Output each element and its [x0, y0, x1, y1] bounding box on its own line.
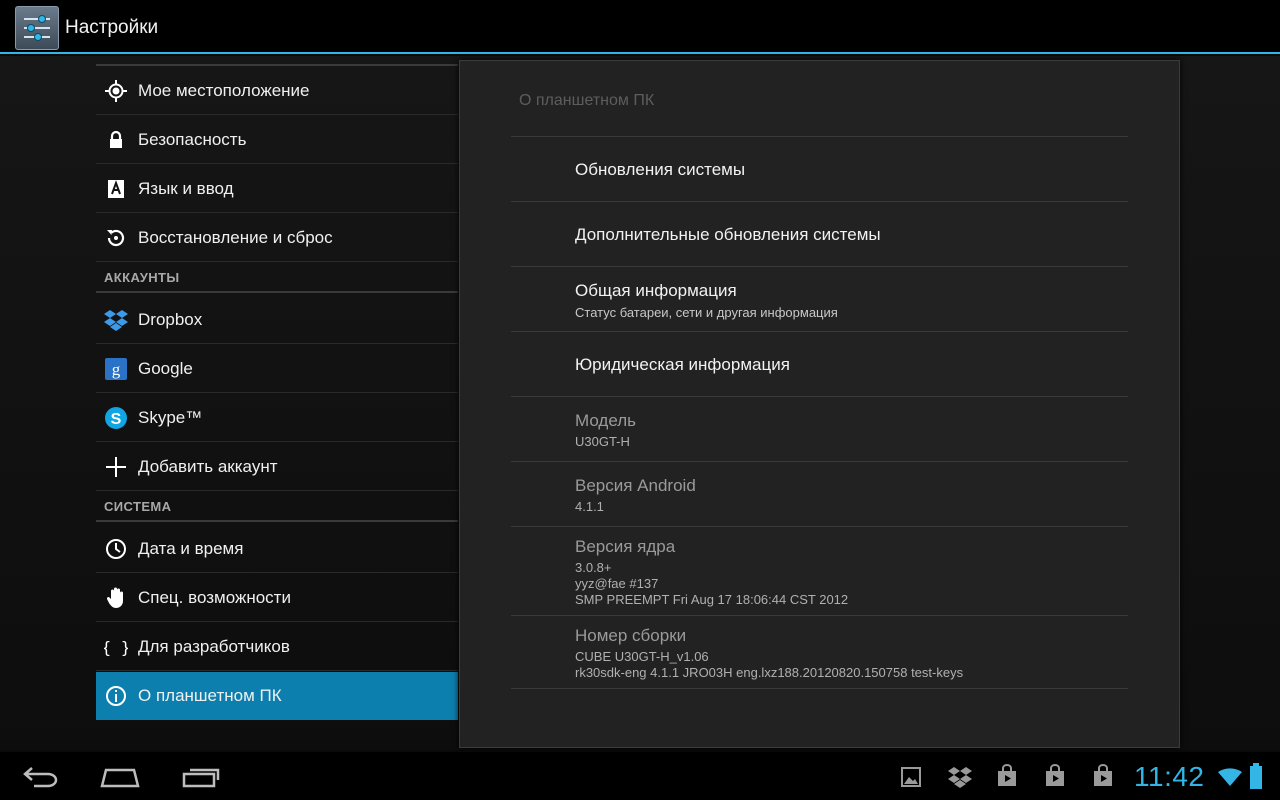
item-summary: Статус батареи, сети и другая информация — [575, 305, 838, 320]
item-value-line: SMP PREEMPT Fri Aug 17 18:06:44 CST 2012 — [575, 592, 849, 607]
additional-updates-item[interactable]: Дополнительные обновления системы — [575, 225, 881, 245]
item-title: Модель — [575, 411, 637, 430]
model-item: Модель U30GT-H — [575, 411, 636, 450]
sidebar-item-label: Язык и ввод — [138, 179, 234, 198]
item-title: Версия ядра — [575, 537, 676, 556]
section-header-system: СИСТЕМА — [96, 492, 458, 522]
sidebar-item-google[interactable]: g Google — [96, 345, 458, 393]
home-icon[interactable] — [100, 766, 140, 788]
sidebar-item-label: Dropbox — [138, 310, 203, 329]
recent-apps-icon[interactable] — [182, 766, 220, 788]
sidebar-item-security[interactable]: Безопасность — [96, 116, 458, 164]
sidebar-item-language-input[interactable]: Язык и ввод — [96, 165, 458, 213]
app-title: Настройки — [65, 17, 159, 38]
play-store-notification-icon[interactable] — [996, 764, 1018, 788]
settings-app-icon[interactable] — [15, 6, 59, 50]
sidebar-item-accessibility[interactable]: Спец. возможности — [96, 574, 458, 622]
sliders-icon — [24, 15, 50, 41]
sidebar-item-label: Безопасность — [138, 130, 247, 149]
system-bar: 11:42 — [0, 752, 1280, 800]
play-store-notification-icon[interactable] — [1092, 764, 1114, 788]
info-icon — [106, 686, 126, 706]
sidebar-item-label: Восстановление и сброс — [138, 228, 333, 247]
sidebar-item-date-time[interactable]: Дата и время — [96, 525, 458, 573]
divider — [511, 396, 1128, 397]
sidebar-item-label: Дата и время — [138, 539, 244, 558]
braces-icon: { } — [104, 638, 128, 657]
item-value-line: rk30sdk-eng 4.1.1 JRO03H eng.lxz188.2012… — [575, 665, 964, 680]
divider — [511, 136, 1128, 137]
back-icon[interactable] — [22, 764, 60, 790]
kernel-version-item: Версия ядра 3.0.8+ yyz@fae #137 SMP PREE… — [575, 537, 848, 608]
sidebar-item-label: Skype™ — [138, 408, 203, 427]
sidebar-item-dropbox[interactable]: Dropbox — [96, 296, 458, 344]
svg-text:S: S — [111, 411, 122, 428]
sidebar-item-label: Для разработчиков — [138, 637, 290, 656]
item-title: Обновления системы — [575, 160, 746, 179]
gallery-notification-icon[interactable] — [900, 766, 922, 788]
item-title: Версия Android — [575, 476, 696, 495]
section-header-label: СИСТЕМА — [104, 499, 172, 514]
lock-icon — [110, 130, 122, 148]
sidebar-item-label: Google — [138, 359, 193, 378]
divider — [511, 461, 1128, 462]
svg-text:g: g — [112, 360, 121, 379]
divider — [96, 64, 458, 66]
skype-icon: S — [105, 407, 127, 429]
play-store-notification-icon[interactable] — [1044, 764, 1066, 788]
plus-icon — [106, 457, 126, 477]
keyboard-language-icon — [108, 180, 124, 198]
build-number-item[interactable]: Номер сборки CUBE U30GT-H_v1.06 rk30sdk-… — [575, 626, 963, 681]
google-icon: g — [105, 358, 127, 380]
divider — [511, 526, 1128, 527]
battery-icon[interactable] — [1249, 762, 1263, 790]
hand-icon — [106, 587, 123, 608]
sidebar-item-skype[interactable]: S Skype™ — [96, 394, 458, 442]
about-tablet-panel: О планшетном ПК Обновления системы Допол… — [459, 60, 1180, 748]
system-updates-item[interactable]: Обновления системы — [575, 160, 745, 180]
item-title: Номер сборки — [575, 626, 687, 645]
divider — [511, 688, 1128, 689]
sidebar-item-about-tablet[interactable]: О планшетном ПК — [96, 672, 458, 720]
sidebar-item-backup-reset[interactable]: Восстановление и сброс — [96, 214, 458, 262]
settings-headers-list[interactable]: Мое местоположение Безопасность Язык и в… — [96, 56, 458, 750]
divider — [511, 615, 1128, 616]
dropbox-icon — [104, 310, 128, 331]
item-value: U30GT-H — [575, 434, 630, 449]
item-title: Дополнительные обновления системы — [575, 225, 881, 244]
android-version-item[interactable]: Версия Android 4.1.1 — [575, 476, 696, 515]
sidebar-item-developer-options[interactable]: { } Для разработчиков — [96, 623, 458, 671]
item-value-line: 3.0.8+ — [575, 560, 612, 575]
section-header-label: АККАУНТЫ — [104, 270, 180, 285]
clock-icon — [106, 539, 126, 559]
general-info-item[interactable]: Общая информация Статус батареи, сети и … — [575, 281, 838, 320]
divider — [511, 201, 1128, 202]
sidebar-item-label: О планшетном ПК — [138, 686, 282, 705]
sidebar-item-label: Мое местоположение — [138, 81, 310, 100]
section-header-accounts: АККАУНТЫ — [96, 263, 458, 293]
wifi-icon[interactable] — [1216, 764, 1244, 788]
sidebar-item-location[interactable]: Мое местоположение — [96, 67, 458, 115]
item-value-line: yyz@fae #137 — [575, 576, 659, 591]
legal-info-item[interactable]: Юридическая информация — [575, 355, 790, 375]
dropbox-notification-icon[interactable] — [948, 766, 972, 788]
item-value-line: CUBE U30GT-H_v1.06 — [575, 649, 709, 664]
location-icon — [105, 80, 127, 102]
sidebar-item-label: Добавить аккаунт — [138, 457, 278, 476]
settings-content: Мое местоположение Безопасность Язык и в… — [0, 56, 1280, 750]
status-clock[interactable]: 11:42 — [1134, 761, 1205, 793]
divider — [511, 266, 1128, 267]
svg-text:{ }: { } — [104, 638, 128, 657]
sidebar-item-label: Спец. возможности — [138, 588, 291, 607]
backup-restore-icon — [107, 229, 125, 247]
item-title: Общая информация — [575, 281, 737, 300]
sidebar-item-add-account[interactable]: Добавить аккаунт — [96, 443, 458, 491]
item-title: Юридическая информация — [575, 355, 790, 374]
item-value: 4.1.1 — [575, 499, 604, 514]
divider — [511, 331, 1128, 332]
panel-title: О планшетном ПК — [519, 92, 655, 109]
action-bar: Настройки — [0, 0, 1280, 54]
